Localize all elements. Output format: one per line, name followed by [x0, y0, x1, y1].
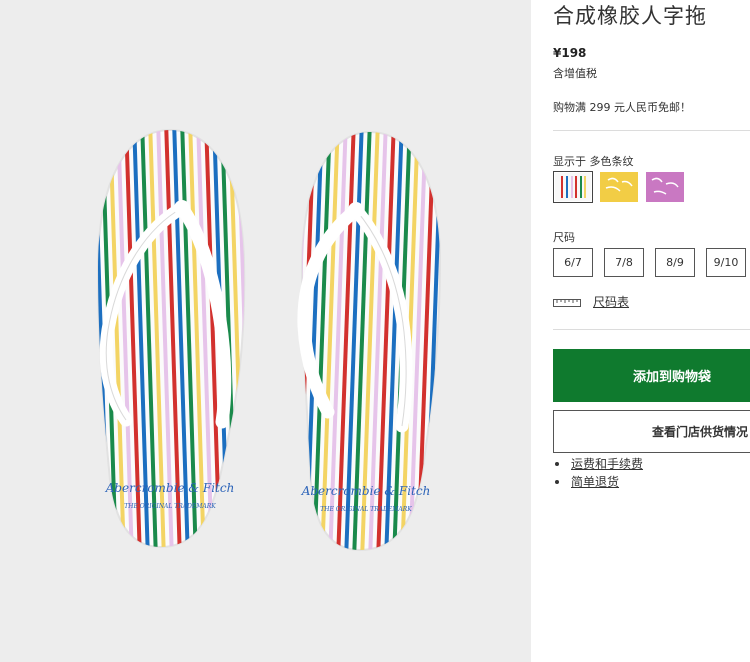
brand-print-right: Abercrombie & Fitch [301, 484, 431, 498]
product-title: 合成橡胶人字拖 [553, 4, 707, 28]
size-option[interactable]: 7/8 [604, 248, 644, 277]
brand-print-left: Abercrombie & Fitch [105, 481, 235, 495]
check-store-stock-button[interactable]: 查看门店供货情况 [553, 410, 750, 453]
brand-tagline-left: THE ORIGINAL TRADEMARK [124, 503, 216, 510]
sole-stripe [282, 120, 298, 560]
sole-stripe [98, 130, 102, 547]
size-label: 尺码 [553, 231, 575, 244]
sole-stripe [244, 130, 245, 547]
product-price: ¥198 [553, 46, 587, 60]
size-option[interactable]: 9/10 [706, 248, 746, 277]
size-chart-label: 尺码表 [593, 295, 630, 309]
info-links: 运费和手续费 简单退货 [553, 455, 643, 491]
sole-stripe [254, 120, 268, 560]
easy-returns-link[interactable]: 简单退货 [571, 475, 619, 489]
size-option[interactable]: 6/7 [553, 248, 593, 277]
add-to-bag-button[interactable]: 添加到购物袋 [553, 349, 750, 402]
ruler-icon [553, 298, 581, 307]
flip-flop-photo: Abercrombie & Fitch THE ORIGINAL TRADEMA… [96, 120, 442, 560]
shipping-fees-link[interactable]: 运费和手续费 [571, 457, 643, 471]
product-info-panel: 合成橡胶人字拖 ¥198 含增值税 购物满 299 元人民币免邮！ 显示于 多色… [553, 0, 750, 662]
product-image: Abercrombie & Fitch THE ORIGINAL TRADEMA… [0, 0, 531, 662]
size-option[interactable]: 8/9 [655, 248, 695, 277]
swatch-multicolor-stripe[interactable] [553, 171, 593, 203]
size-chart-link[interactable]: 尺码表 [553, 293, 629, 310]
color-label: 显示于 多色条纹 [553, 155, 634, 168]
tax-note: 含增值税 [553, 67, 597, 80]
divider [553, 329, 750, 330]
brand-tagline-right: THE ORIGINAL TRADEMARK [320, 506, 412, 513]
divider [553, 130, 750, 131]
size-options: 6/7 7/8 8/9 9/10 [553, 248, 746, 277]
list-item: 运费和手续费 [553, 455, 643, 473]
free-shipping-note: 购物满 299 元人民币免邮！ [553, 101, 691, 114]
swatch-yellow[interactable] [599, 171, 639, 203]
list-item: 简单退货 [553, 473, 643, 491]
swatch-purple[interactable] [645, 171, 685, 203]
sole-stripe [274, 120, 290, 560]
color-swatches [553, 171, 685, 203]
